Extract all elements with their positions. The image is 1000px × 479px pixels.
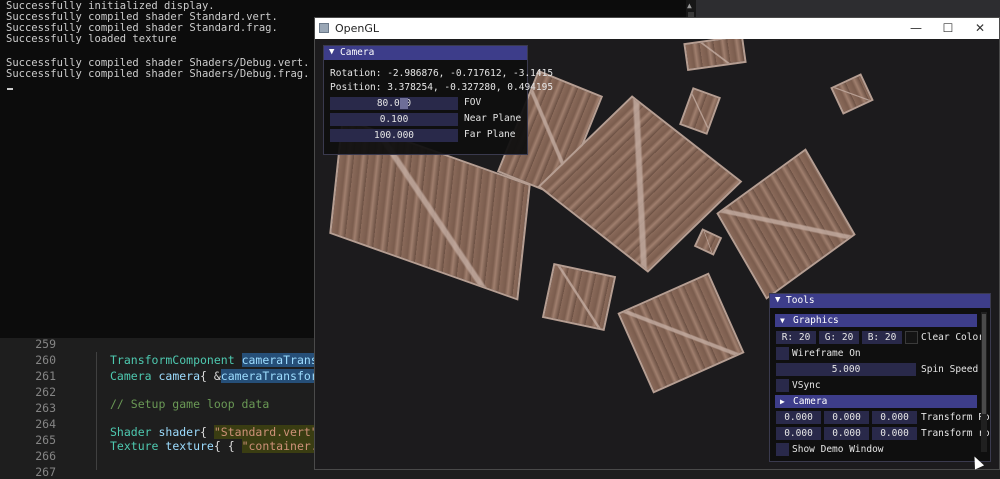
green-channel-field[interactable]: G: 20 bbox=[819, 331, 859, 344]
wireframe-checkbox[interactable] bbox=[776, 347, 789, 360]
window-title: OpenGL bbox=[335, 22, 380, 35]
code-token: { { bbox=[213, 439, 242, 453]
camera-section-header[interactable]: ▶ Camera bbox=[775, 395, 977, 408]
red-channel-field[interactable]: R: 20 bbox=[776, 331, 816, 344]
type-token: TransformComponent bbox=[110, 353, 242, 367]
text-cursor bbox=[7, 88, 13, 90]
type-token: Texture bbox=[110, 439, 166, 453]
line-number: 259 bbox=[35, 337, 56, 351]
spin-speed-label: Spin Speed bbox=[921, 364, 979, 375]
maximize-button[interactable]: ☐ bbox=[933, 20, 963, 37]
type-token: Shader bbox=[110, 425, 159, 439]
spin-speed-slider[interactable]: 5.000 bbox=[776, 363, 916, 376]
vsync-label: VSync bbox=[792, 380, 821, 391]
indent-guide bbox=[96, 352, 97, 470]
tools-scrollbar[interactable] bbox=[981, 312, 987, 452]
camera-panel-header[interactable]: ▼ Camera bbox=[324, 46, 527, 60]
vsync-checkbox[interactable] bbox=[776, 379, 789, 392]
console-line: Successfully loaded texture bbox=[6, 33, 177, 45]
scroll-thumb[interactable] bbox=[982, 314, 986, 414]
crate-model bbox=[716, 148, 856, 300]
camera-section-label: Camera bbox=[793, 396, 828, 407]
collapse-arrow-icon[interactable]: ▼ bbox=[329, 47, 334, 57]
rotation-readout: Rotation: -2.986876, -0.717612, -3.1415 bbox=[330, 68, 554, 79]
code-token: { bbox=[200, 425, 214, 439]
variable-token: shader bbox=[158, 425, 201, 439]
variable-token: camera bbox=[158, 369, 201, 383]
line-number: 261 bbox=[35, 369, 56, 383]
crate-model bbox=[693, 228, 723, 256]
tools-panel[interactable]: ▼ Tools ▼ Graphics R: 20 G: 20 B: 20 Cle… bbox=[769, 293, 991, 462]
transform-pos-label: Transform Po bbox=[921, 412, 990, 423]
transform-rot-z[interactable]: 0.000 bbox=[872, 427, 917, 440]
position-readout: Position: 3.378254, -0.327280, 0.494195 bbox=[330, 82, 554, 93]
demo-window-label: Show Demo Window bbox=[792, 444, 884, 455]
line-number: 260 bbox=[35, 353, 56, 367]
transform-pos-y[interactable]: 0.000 bbox=[824, 411, 869, 424]
near-plane-field[interactable]: 0.100 bbox=[330, 113, 458, 126]
transform-rot-y[interactable]: 0.000 bbox=[824, 427, 869, 440]
fov-label: FOV bbox=[464, 97, 482, 108]
scroll-up-icon[interactable]: ▲ bbox=[687, 1, 692, 10]
code-token: { & bbox=[200, 369, 221, 383]
console-line: Successfully compiled shader Shaders/Deb… bbox=[6, 68, 310, 80]
line-number-gutter: 259 260 261 262 263 264 265 266 267 bbox=[0, 337, 60, 479]
tools-panel-header[interactable]: ▼ Tools bbox=[770, 294, 990, 308]
far-plane-label: Far Plane bbox=[464, 129, 516, 140]
near-plane-label: Near Plane bbox=[464, 113, 522, 124]
fov-slider[interactable]: 80.000 bbox=[330, 97, 458, 110]
code-line-261[interactable]: Camera camera{ &cameraTransform, bbox=[110, 369, 332, 383]
transform-rot-x[interactable]: 0.000 bbox=[776, 427, 821, 440]
variable-token: cameraTransform bbox=[220, 369, 325, 383]
close-button[interactable]: ✕ bbox=[965, 20, 995, 37]
blue-channel-field[interactable]: B: 20 bbox=[862, 331, 902, 344]
line-number: 265 bbox=[35, 433, 56, 447]
type-token: Camera bbox=[110, 369, 159, 383]
string-token: "Standard.vert" bbox=[213, 425, 318, 439]
line-number: 263 bbox=[35, 401, 56, 415]
crate-model bbox=[830, 73, 874, 115]
expand-arrow-icon[interactable]: ▶ bbox=[780, 395, 785, 408]
minimize-button[interactable]: — bbox=[901, 20, 931, 37]
tools-panel-title: Tools bbox=[786, 295, 815, 306]
line-number: 267 bbox=[35, 465, 56, 479]
crate-model bbox=[679, 87, 721, 135]
line-number: 264 bbox=[35, 417, 56, 431]
camera-panel-title: Camera bbox=[340, 47, 375, 58]
camera-panel[interactable]: ▼ Camera Rotation: -2.986876, -0.717612,… bbox=[323, 45, 553, 155]
app-icon bbox=[319, 23, 329, 33]
collapse-arrow-icon[interactable]: ▼ bbox=[780, 314, 785, 327]
far-plane-field[interactable]: 100.000 bbox=[330, 129, 458, 142]
clear-color-label: Clear Color bbox=[921, 332, 984, 343]
graphics-section-label: Graphics bbox=[793, 315, 839, 326]
transform-rot-label: Transform ro bbox=[921, 428, 990, 439]
slider-grab-handle[interactable] bbox=[400, 98, 408, 109]
collapse-arrow-icon[interactable]: ▼ bbox=[775, 295, 780, 305]
variable-token: texture bbox=[165, 439, 214, 453]
line-number: 266 bbox=[35, 449, 56, 463]
demo-window-checkbox[interactable] bbox=[776, 443, 789, 456]
crate-model bbox=[617, 272, 745, 394]
window-titlebar[interactable]: OpenGL — ☐ ✕ bbox=[315, 18, 999, 39]
clear-color-swatch[interactable] bbox=[905, 331, 918, 344]
code-line-260[interactable]: TransformComponent cameraTransfo bbox=[110, 353, 332, 367]
crate-model bbox=[541, 262, 617, 332]
graphics-section-header[interactable]: ▼ Graphics bbox=[775, 314, 977, 327]
wireframe-label: Wireframe On bbox=[792, 348, 861, 359]
code-line-266[interactable]: Texture texture{ { "container.jp bbox=[110, 439, 332, 453]
crate-model bbox=[683, 39, 747, 72]
transform-pos-z[interactable]: 0.000 bbox=[872, 411, 917, 424]
line-number: 262 bbox=[35, 385, 56, 399]
editor-top-strip bbox=[696, 0, 1000, 18]
code-comment-263[interactable]: // Setup game loop data bbox=[110, 397, 269, 411]
code-line-265[interactable]: Shader shader{ "Standard.vert", bbox=[110, 425, 325, 439]
transform-pos-x[interactable]: 0.000 bbox=[776, 411, 821, 424]
